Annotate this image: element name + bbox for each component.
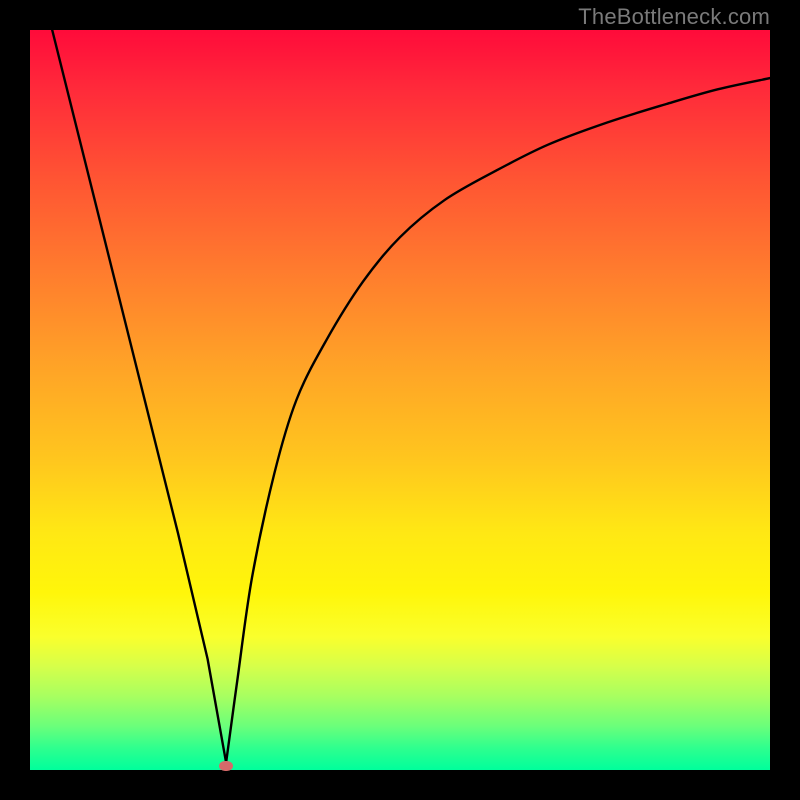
attribution-text: TheBottleneck.com <box>578 4 770 30</box>
curve-min-marker <box>219 761 233 771</box>
plot-area <box>30 30 770 770</box>
chart-frame: TheBottleneck.com <box>0 0 800 800</box>
bottleneck-curve <box>30 30 770 770</box>
